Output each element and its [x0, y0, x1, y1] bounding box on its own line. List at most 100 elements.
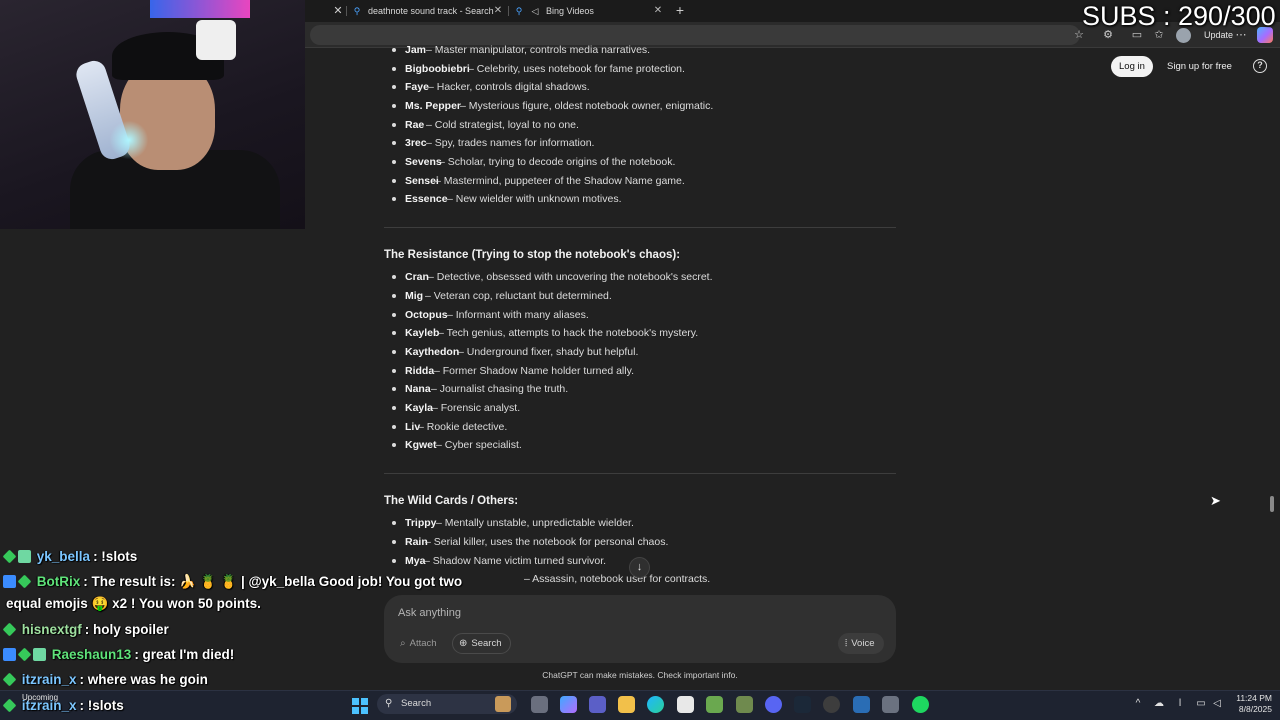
edge-icon[interactable]	[647, 696, 664, 713]
tab-separator	[346, 6, 347, 16]
list-item: Mig – Veteran cop, reluctant but determi…	[392, 289, 612, 303]
page-scrollbar[interactable]	[1270, 496, 1274, 512]
character-desc: – Hacker, controls digital shadows.	[428, 81, 590, 93]
character-desc: – Spy, trades names for information.	[426, 137, 595, 149]
list-item: Ms. Pepper – Mysterious figure, oldest n…	[392, 99, 713, 113]
store-icon[interactable]	[677, 696, 694, 713]
teams-icon[interactable]	[589, 696, 606, 713]
bullet	[392, 406, 396, 410]
bullet	[392, 67, 396, 71]
chat-message: itzrain_x: where was he goin	[2, 672, 208, 687]
message-input[interactable]	[398, 605, 818, 621]
character-name: Sevens	[405, 156, 442, 168]
chat-message: hisnextgf: holy spoiler	[2, 622, 169, 637]
file-explorer-icon[interactable]	[618, 696, 635, 713]
verified-badge-icon	[17, 574, 32, 589]
steam-icon[interactable]	[794, 696, 811, 713]
windows-start-icon[interactable]	[352, 698, 368, 714]
chat-message: itzrain_x: !slots	[2, 698, 124, 713]
tab-bing-videos[interactable]: ⚲ ◁ Bing Videos ✕	[514, 0, 664, 22]
signup-button[interactable]: Sign up for free	[1161, 56, 1238, 77]
address-bar[interactable]	[310, 25, 1080, 45]
microphone-icon[interactable]: ǀ	[1174, 698, 1186, 710]
character-desc: – Rookie detective.	[418, 421, 508, 433]
chat-text: : holy spoiler	[84, 622, 169, 637]
voice-button[interactable]: ⦙ Voice	[838, 633, 884, 654]
taskbar-search[interactable]: ⚲ Search	[377, 694, 517, 714]
globe-icon: ⊕	[459, 638, 468, 649]
tab-deathnote-search[interactable]: ⚲ deathnote sound track - Search ✕	[352, 0, 504, 22]
minecraft-icon[interactable]	[706, 696, 723, 713]
list-item: Sevens – Scholar, trying to decode origi…	[392, 155, 675, 169]
character-desc: – Assassin, notebook user for contracts.	[524, 573, 711, 585]
paperclip-icon: ⌕	[400, 638, 406, 649]
chat-text: : !slots	[79, 698, 124, 713]
character-name: Nana	[405, 383, 431, 395]
character-desc: – Former Shadow Name holder turned ally.	[434, 365, 634, 377]
network-icon[interactable]: ▭	[1195, 698, 1207, 710]
character-name: Mig	[405, 290, 424, 302]
search-button[interactable]: ⊕ Search	[452, 633, 511, 654]
chat-username: Raeshaun13	[51, 647, 132, 662]
led-light	[150, 0, 250, 18]
chat-username: itzrain_x	[21, 672, 77, 687]
tab-label: Bing Videos	[546, 6, 594, 16]
close-tab-icon[interactable]: ✕	[492, 5, 504, 17]
discord-icon[interactable]	[765, 696, 782, 713]
list-item: Essence – New wielder with unknown motiv…	[392, 192, 622, 206]
character-desc: – New wielder with unknown motives.	[447, 193, 622, 205]
list-item: Ridda – Former Shadow Name holder turned…	[392, 364, 634, 378]
game-app-icon[interactable]	[736, 696, 753, 713]
screen: ✕ ⚲ deathnote sound track - Search ✕ ⚲ ◁…	[0, 0, 1280, 720]
system-clock[interactable]: 11:24 PM 8/8/2025	[1222, 693, 1272, 715]
subs-counter: SUBS : 290/300	[1082, 1, 1276, 31]
character-desc: – Mysterious figure, oldest notebook own…	[460, 100, 714, 112]
chevron-up-icon[interactable]: ^	[1132, 698, 1144, 710]
character-desc: – Serial killer, uses the notebook for p…	[425, 536, 669, 548]
disclaimer: ChatGPT can make mistakes. Check importa…	[542, 670, 738, 680]
list-item: Kaythedon – Underground fixer, shady but…	[392, 345, 638, 359]
settings-icon[interactable]	[882, 696, 899, 713]
character-name: Ridda	[405, 365, 435, 377]
close-tab-icon[interactable]: ✕	[331, 4, 345, 18]
character-desc: – Underground fixer, shady but helpful.	[458, 346, 639, 358]
browser-app-icon[interactable]	[853, 696, 870, 713]
list-item: Rae – Cold strategist, loyal to no one.	[392, 118, 579, 132]
login-button[interactable]: Log in	[1111, 56, 1153, 77]
close-tab-icon[interactable]: ✕	[652, 5, 664, 17]
clock-date: 8/8/2025	[1238, 704, 1272, 714]
new-tab-button[interactable]: +	[672, 2, 688, 18]
chat-message: yk_bella: !slots	[2, 549, 137, 564]
help-icon[interactable]: ?	[1253, 59, 1267, 73]
character-name: Sensei	[405, 175, 439, 187]
character-desc: – Master manipulator, controls media nar…	[426, 44, 651, 56]
character-desc: – Forensic analyst.	[432, 402, 521, 414]
bullet	[392, 123, 396, 127]
character-desc: – Veteran cop, reluctant but determined.	[425, 290, 612, 302]
cloud-icon[interactable]: ☁	[1153, 698, 1165, 710]
obs-icon[interactable]	[823, 696, 840, 713]
section-title-wild-cards: The Wild Cards / Others:	[384, 495, 519, 507]
bullet	[392, 275, 396, 279]
section-title-resistance: The Resistance (Trying to stop the noteb…	[384, 249, 681, 261]
bullet	[392, 141, 396, 145]
character-name: Ms. Pepper	[405, 100, 462, 112]
character-name: Rae	[405, 119, 425, 131]
character-name: Octopus	[405, 309, 448, 321]
copilot-app-icon[interactable]	[560, 696, 577, 713]
list-item: Bigboobiebri – Celebrity, uses notebook …	[392, 62, 685, 76]
spotify-icon[interactable]	[912, 696, 929, 713]
attach-button[interactable]: ⌕ Attach	[393, 633, 446, 654]
task-view-icon[interactable]	[531, 696, 548, 713]
bullet	[392, 559, 396, 563]
search-label: Search	[471, 638, 502, 649]
character-desc: – Detective, obsessed with uncovering th…	[428, 271, 713, 283]
search-icon: ⚲	[515, 5, 523, 16]
bullet	[392, 85, 396, 89]
scroll-to-bottom-button[interactable]: ↓	[629, 557, 650, 578]
mouse-cursor-icon: ➤	[1210, 493, 1221, 508]
character-name: Kayleb	[405, 327, 440, 339]
bullet	[392, 104, 396, 108]
list-item: Liv – Rookie detective.	[392, 420, 507, 434]
list-item: Kayleb – Tech genius, attempts to hack t…	[392, 326, 698, 340]
